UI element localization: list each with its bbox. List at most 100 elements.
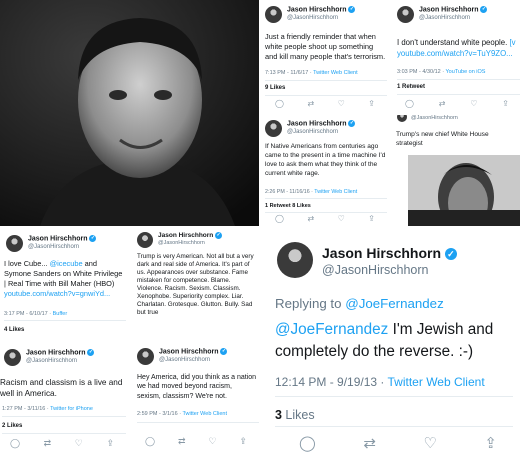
tweet-stats: 2 Likes: [2, 423, 23, 429]
author-name: Jason Hirschhorn ✓: [28, 235, 97, 243]
share-icon[interactable]: ⇪: [502, 99, 509, 108]
tweet-timestamp: 12:14 PM - 9/19/13 · Twitter Web Client: [275, 375, 485, 389]
tweet-stats: 4 Likes: [4, 327, 25, 333]
tweet-card-white-people[interactable]: Jason Hirschhorn ✓ @JasonHirschhorn I do…: [391, 0, 520, 113]
author-handle: @JasonHirschhorn: [28, 244, 80, 250]
action-bar: ◯ ⇄ ♡ ⇪: [299, 434, 497, 452]
retweet-icon[interactable]: ⇄: [178, 436, 186, 447]
avatar: [137, 232, 153, 248]
client-link[interactable]: YouTube on iOS: [446, 69, 486, 75]
author-name: Jason Hirschhorn ✓: [287, 6, 356, 14]
heart-icon[interactable]: ♡: [338, 99, 345, 108]
action-bar: ◯ ⇄ ♡ ⇪: [145, 436, 247, 447]
author-handle: @JasonHirschhorn: [159, 357, 211, 363]
reply-icon[interactable]: ◯: [405, 99, 414, 108]
client-link[interactable]: Twitter Web Client: [314, 189, 357, 195]
tweet-link[interactable]: youtube.com/watch?v=gnwiYd...: [4, 289, 110, 298]
tweet-card-icecube[interactable]: Jason Hirschhorn ✓ @JasonHirschhorn I lo…: [0, 228, 128, 341]
client-link[interactable]: Twitter Web Client: [388, 375, 485, 389]
tweet-stats: 1 Retweet: [397, 84, 426, 90]
verified-icon: ✓: [87, 349, 95, 356]
tweet-card-racism-classism[interactable]: Jason Hirschhorn ✓ @JasonHirschhorn Raci…: [0, 343, 128, 458]
tweet-card-strategist[interactable]: @JasonHirschhorn Trump's new chief White…: [391, 115, 520, 226]
author-name: Jason Hirschhorn ✓: [159, 348, 228, 356]
tweet-timestamp: 2:26 PM - 11/16/16 · Twitter Web Client: [265, 189, 358, 195]
verified-icon: ✓: [348, 120, 356, 127]
avatar: [4, 349, 21, 366]
verified-icon: ✓: [215, 232, 223, 239]
share-icon[interactable]: ⇪: [484, 434, 497, 452]
reply-icon[interactable]: ◯: [145, 436, 155, 447]
portrait-image: [0, 0, 259, 226]
tweet-card-native-americans[interactable]: Jason Hirschhorn ✓ @JasonHirschhorn If N…: [261, 115, 389, 226]
tweet-stats: 9 Likes: [265, 85, 286, 91]
reply-context: Replying to @JoeFernandez: [275, 296, 444, 311]
tweet-timestamp: 7:13 PM - 11/6/17 · Twitter Web Client: [265, 70, 358, 76]
author-handle: @JasonHirschhorn: [26, 358, 78, 364]
reply-icon[interactable]: ◯: [275, 99, 284, 108]
action-bar: ◯ ⇄ ♡ ⇪: [10, 438, 114, 449]
avatar: [265, 120, 282, 137]
retweet-icon[interactable]: ⇄: [307, 99, 314, 108]
share-icon[interactable]: ⇪: [368, 99, 375, 108]
author-handle: @JasonHirschhorn: [158, 240, 205, 246]
retweet-icon[interactable]: ⇄: [363, 434, 376, 452]
share-icon[interactable]: ⇪: [239, 436, 247, 447]
tweet-text: Just a friendly reminder that when white…: [265, 32, 386, 61]
client-link[interactable]: Buffer: [53, 311, 68, 317]
author-handle: @JasonHirschhorn: [287, 15, 339, 21]
mention-link[interactable]: @JoeFernandez: [275, 321, 388, 338]
author-handle: @JasonHirschhorn: [287, 129, 339, 135]
tweet-text: Racism and classism is a live and well i…: [0, 378, 123, 399]
heart-icon[interactable]: ♡: [208, 436, 216, 447]
tweet-timestamp: 2:59 PM - 3/1/16 · Twitter Web Client: [137, 411, 227, 417]
author-name: Jason Hirschhorn ✓: [419, 6, 488, 14]
client-link[interactable]: Twitter for iPhone: [50, 406, 93, 412]
reply-icon[interactable]: ◯: [299, 434, 316, 452]
action-bar: ◯ ⇄ ♡ ⇪: [275, 99, 375, 108]
tweet-card-trump-american[interactable]: Jason Hirschhorn ✓ @JasonHirschhorn Trum…: [130, 228, 259, 341]
avatar: [137, 348, 154, 365]
tweet-text: If Native Americans from centuries ago c…: [265, 143, 386, 177]
tweet-text: I don't understand white people. [v yout…: [397, 38, 516, 58]
author-name: Jason Hirschhorn ✓: [26, 349, 95, 357]
tweet-stats: 3 Likes: [275, 408, 315, 422]
reply-icon[interactable]: ◯: [275, 214, 284, 223]
heart-icon[interactable]: ♡: [423, 434, 436, 452]
verified-icon: ✓: [89, 235, 97, 242]
verified-icon: ✓: [480, 6, 488, 13]
heart-icon[interactable]: ♡: [338, 214, 345, 223]
reply-icon[interactable]: ◯: [10, 438, 20, 449]
share-icon[interactable]: ⇪: [106, 438, 114, 449]
tweet-text: @JoeFernandez I'm Jewish and completely …: [275, 321, 494, 361]
tweet-card-terrorism[interactable]: Jason Hirschhorn ✓ @JasonHirschhorn Just…: [261, 0, 389, 113]
avatar: [277, 242, 313, 278]
tweet-text: Hey America, did you think as a nation w…: [137, 374, 257, 400]
tweet-timestamp: 1:27 PM - 3/11/16 · Twitter for iPhone: [2, 406, 93, 412]
mention-link[interactable]: @icecube: [50, 259, 83, 268]
profile-photo: [0, 0, 259, 226]
tweet-text: I love Cube... @icecube and Symone Sande…: [4, 259, 123, 298]
client-link[interactable]: Twitter Web Client: [182, 411, 227, 417]
avatar: [397, 6, 414, 23]
tweet-text: Trump's new chief White House strategist: [396, 131, 489, 147]
retweet-icon[interactable]: ⇄: [307, 214, 314, 223]
retweet-icon[interactable]: ⇄: [44, 438, 52, 449]
avatar: [265, 6, 282, 23]
client-link[interactable]: Twitter Web Client: [313, 70, 358, 76]
tweet-card-reply-joefernandez[interactable]: Jason Hirschhorn ✓ @JasonHirschhorn Repl…: [261, 228, 520, 458]
heart-icon[interactable]: ♡: [470, 99, 477, 108]
tweet-card-hey-america[interactable]: Jason Hirschhorn ✓ @JasonHirschhorn Hey …: [130, 343, 259, 458]
heart-icon[interactable]: ♡: [75, 438, 83, 449]
verified-icon: ✓: [444, 248, 457, 261]
tweet-timestamp: 3:17 PM - 6/10/17 · Buffer: [4, 311, 68, 317]
author-handle: @JasonHirschhorn: [411, 115, 458, 121]
retweet-icon[interactable]: ⇄: [439, 99, 446, 108]
author-name: Jason Hirschhorn ✓: [158, 232, 223, 240]
tweet-text: Trump is very American. Not all but a ve…: [137, 253, 254, 317]
share-icon[interactable]: ⇪: [368, 214, 375, 223]
author-name: Jason Hirschhorn ✓: [322, 245, 457, 261]
author-name: Jason Hirschhorn ✓: [287, 120, 356, 128]
reply-to-link[interactable]: @JoeFernandez: [345, 296, 444, 311]
avatar: [397, 115, 407, 122]
